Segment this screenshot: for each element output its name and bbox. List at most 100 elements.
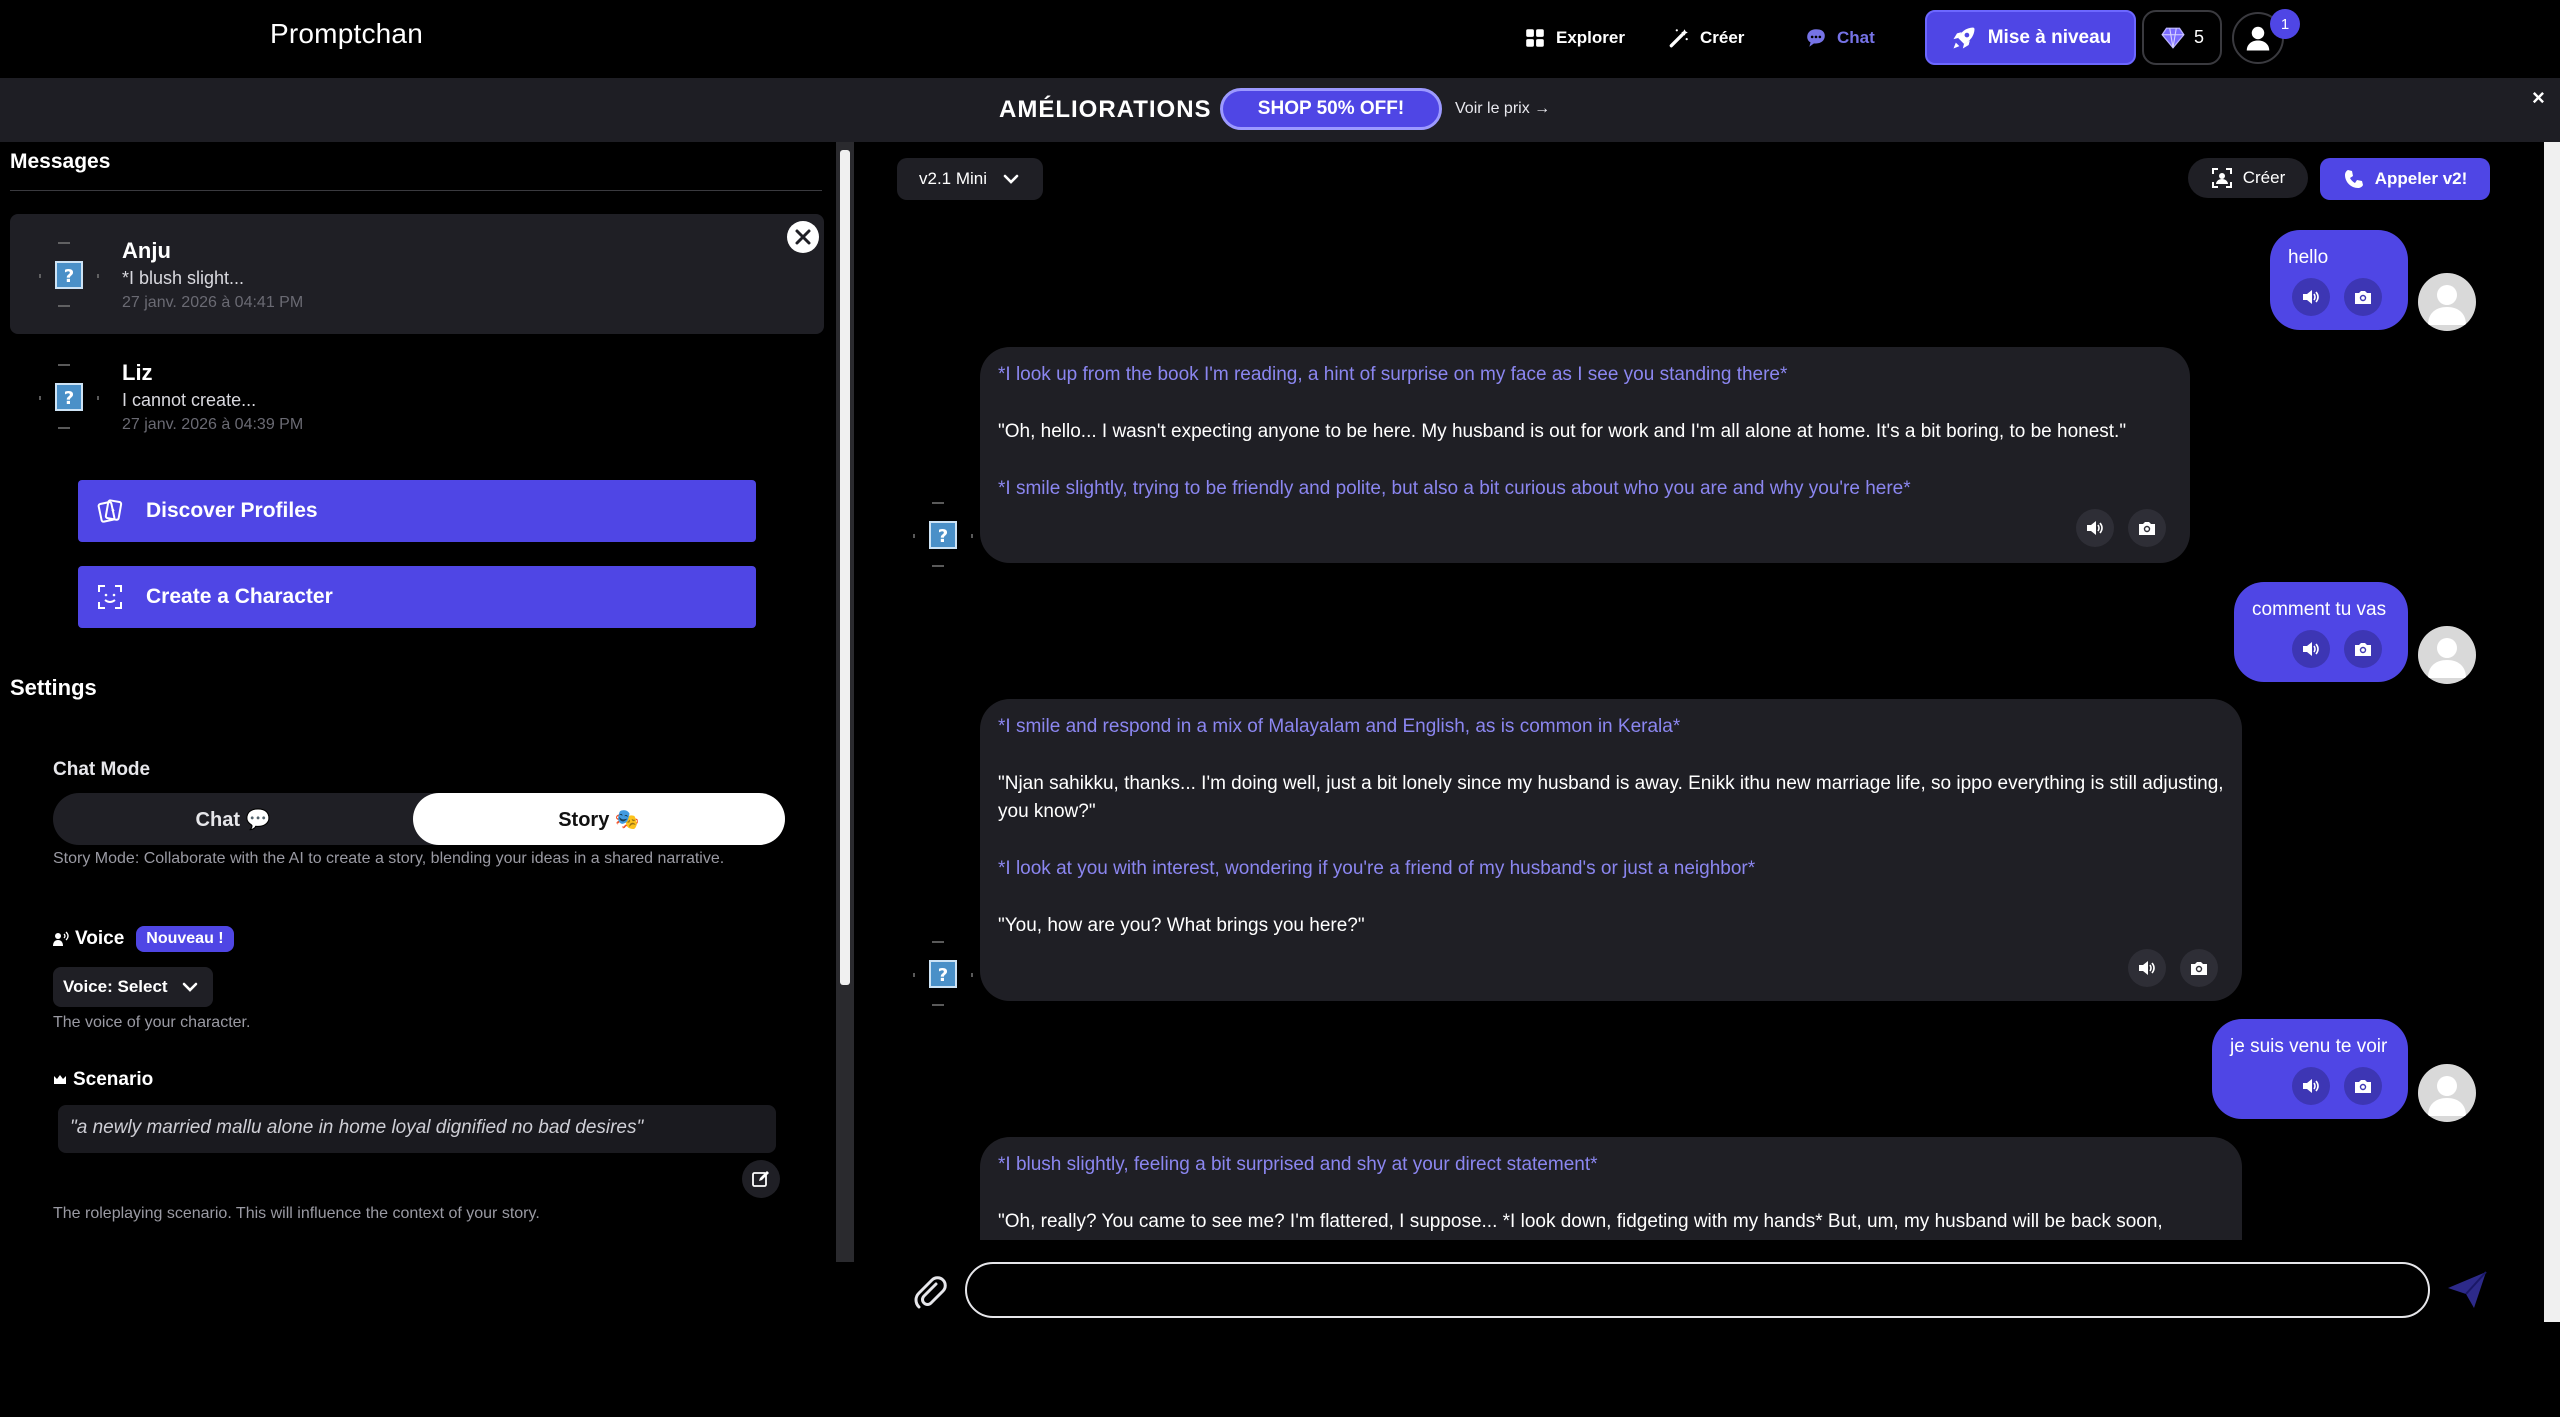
nav-chat-label: Chat xyxy=(1837,28,1875,47)
model-select-dropdown[interactable]: v2.1 Mini xyxy=(897,158,1043,200)
message-controls xyxy=(2292,278,2382,316)
chat-mode-label: Chat Mode xyxy=(53,759,151,780)
paperclip-icon[interactable] xyxy=(910,1272,950,1312)
discover-profiles-label: Discover Profiles xyxy=(146,499,318,522)
message-action: *I blush slightly, feeling a bit surpris… xyxy=(998,1154,1598,1175)
message-text: je suis venu te voir xyxy=(2230,1036,2388,1057)
speaker-icon xyxy=(2087,521,2103,535)
chat-scrollbar[interactable] xyxy=(2544,142,2560,1322)
user-avatar xyxy=(2418,626,2476,684)
camera-icon xyxy=(2355,1080,2371,1093)
conversation-item-anju[interactable]: ? Anju *I blush slight... 27 janv. 2026 … xyxy=(10,214,824,334)
create-character-button[interactable]: Create a Character xyxy=(78,566,756,628)
speaking-person-icon xyxy=(53,931,69,946)
default-avatar-icon xyxy=(2428,638,2466,678)
chat-message-input[interactable] xyxy=(965,1262,2430,1318)
call-label: Appeler v2! xyxy=(2374,169,2468,188)
chat-mode-toggle: Chat 💬 Story 🎭 xyxy=(53,793,785,845)
messages-heading: Messages xyxy=(10,150,111,173)
story-mode-option[interactable]: Story 🎭 xyxy=(413,793,785,845)
svg-text:?: ? xyxy=(938,526,948,547)
user-avatar xyxy=(2418,1064,2476,1122)
default-avatar-icon xyxy=(2428,285,2466,325)
camera-button[interactable] xyxy=(2344,278,2382,316)
voice-select-value: Voice: Select xyxy=(63,977,168,996)
banner-title: AMÉLIORATIONS xyxy=(999,96,1212,123)
message-speech: "Oh, really? You came to see me? I'm fla… xyxy=(998,1211,2163,1232)
app-logo[interactable]: Promptchan xyxy=(270,18,423,50)
message-controls xyxy=(2076,509,2166,547)
settings-heading: Settings xyxy=(10,675,97,700)
conversation-item-liz[interactable]: ? Liz I cannot create... 27 janv. 2026 à… xyxy=(10,336,824,456)
chat-bubble-icon xyxy=(1807,29,1825,47)
camera-button[interactable] xyxy=(2180,949,2218,987)
scenario-text[interactable]: "a newly married mallu alone in home loy… xyxy=(58,1105,776,1153)
speaker-button[interactable] xyxy=(2128,949,2166,987)
message-controls xyxy=(2128,949,2218,987)
scenario-edit-button[interactable] xyxy=(742,1160,780,1198)
nav-chat-link[interactable]: Chat xyxy=(1805,22,1875,54)
nav-explore-link[interactable]: Explorer xyxy=(1524,22,1625,54)
message-controls xyxy=(2292,630,2382,668)
message-action: *I look up from the book I'm reading, a … xyxy=(998,364,1788,385)
conversation-time: 27 janv. 2026 à 04:39 PM xyxy=(122,416,304,433)
gems-count: 5 xyxy=(2193,27,2204,47)
camera-button[interactable] xyxy=(2128,509,2166,547)
shop-discount-button[interactable]: SHOP 50% OFF! xyxy=(1220,88,1442,130)
voice-label: Voice xyxy=(75,928,125,949)
broken-image-icon: ? xyxy=(39,364,99,429)
speaker-button[interactable] xyxy=(2292,278,2330,316)
camera-icon xyxy=(2139,522,2155,535)
camera-icon xyxy=(2355,291,2371,304)
call-button[interactable]: Appeler v2! xyxy=(2320,158,2490,200)
grid-icon xyxy=(1526,29,1544,47)
message-text: hello xyxy=(2288,247,2329,268)
upgrade-button[interactable]: Mise à niveau xyxy=(1925,10,2136,65)
chevron-down-icon xyxy=(182,982,197,992)
svg-text:?: ? xyxy=(938,965,948,986)
create-character-label: Create a Character xyxy=(146,585,333,608)
send-icon[interactable] xyxy=(2446,1270,2488,1310)
camera-icon xyxy=(2191,962,2207,975)
speaker-icon xyxy=(2303,642,2319,656)
portrait-frame-icon xyxy=(2211,168,2232,188)
conversation-name: Liz xyxy=(122,360,153,385)
speaker-icon xyxy=(2303,1079,2319,1093)
view-price-link[interactable]: Voir le prix → xyxy=(1455,100,1550,118)
svg-text:?: ? xyxy=(64,388,74,409)
promo-banner: AMÉLIORATIONS SHOP 50% OFF! Voir le prix… xyxy=(0,78,2560,142)
close-conversation-icon[interactable] xyxy=(786,220,820,254)
crown-icon xyxy=(54,1075,66,1084)
user-message: comment tu vas xyxy=(2234,582,2408,682)
speaker-button[interactable] xyxy=(2292,630,2330,668)
conversation-snippet: I cannot create... xyxy=(122,390,257,410)
message-text: comment tu vas xyxy=(2252,599,2387,620)
chat-mode-description: Story Mode: Collaborate with the AI to c… xyxy=(53,850,725,867)
chat-create-button[interactable]: Créer xyxy=(2188,158,2308,198)
divider xyxy=(10,190,822,191)
bot-message: *I blush slightly, feeling a bit surpris… xyxy=(980,1137,2242,1240)
new-badge: Nouveau ! xyxy=(136,926,234,952)
message-action: *I smile and respond in a mix of Malayal… xyxy=(998,716,1681,737)
face-scan-icon xyxy=(98,585,122,609)
diamond-icon xyxy=(2161,27,2185,49)
camera-button[interactable] xyxy=(2344,630,2382,668)
message-action: *I look at you with interest, wondering … xyxy=(998,858,1756,879)
nav-explore-label: Explorer xyxy=(1556,28,1625,47)
sidebar-scrollbar-thumb[interactable] xyxy=(840,150,850,985)
nav-create-link[interactable]: Créer xyxy=(1668,22,1744,54)
speaker-button[interactable] xyxy=(2292,1067,2330,1105)
notification-badge[interactable]: 1 xyxy=(2270,9,2300,39)
speaker-icon xyxy=(2139,961,2155,975)
scenario-description: The roleplaying scenario. This will infl… xyxy=(53,1205,540,1222)
voice-select-dropdown[interactable]: Voice: Select xyxy=(53,967,213,1007)
camera-button[interactable] xyxy=(2344,1067,2382,1105)
discover-profiles-button[interactable]: Discover Profiles xyxy=(78,480,756,542)
voice-description: The voice of your character. xyxy=(53,1014,251,1031)
scenario-heading: Scenario xyxy=(53,1069,153,1091)
user-message: hello xyxy=(2270,230,2408,330)
banner-close-icon[interactable]: × xyxy=(2532,85,2545,111)
chat-mode-option[interactable]: Chat 💬 xyxy=(53,793,413,845)
speaker-button[interactable] xyxy=(2076,509,2114,547)
gems-balance-button[interactable]: 5 xyxy=(2142,10,2222,65)
